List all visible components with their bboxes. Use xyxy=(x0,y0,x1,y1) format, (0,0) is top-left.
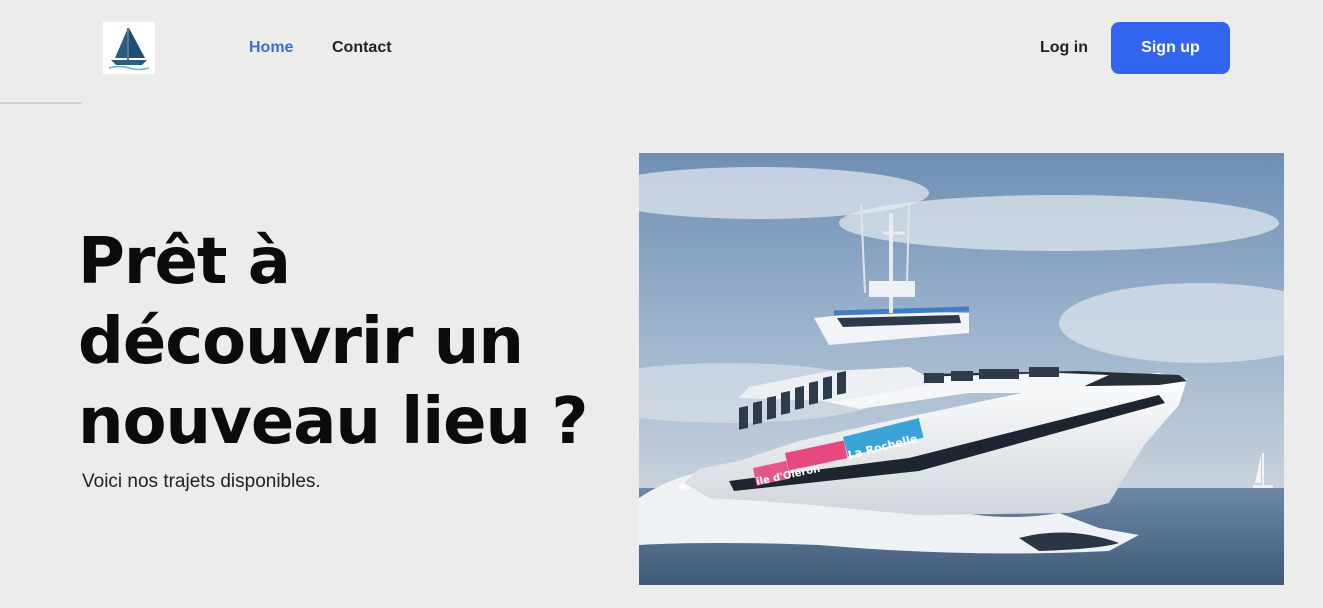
hero-title-line-3: nouveau lieu ? xyxy=(78,385,588,459)
signup-button[interactable]: Sign up xyxy=(1111,22,1230,74)
nav-contact-link[interactable]: Contact xyxy=(332,38,392,58)
hero-title-line-2: découvrir un xyxy=(78,305,524,379)
sailboat-logo-icon xyxy=(108,28,150,71)
hero-subtitle: Voici nos trajets disponibles. xyxy=(82,471,321,492)
hero-title-line-1: Prêt à xyxy=(78,225,291,299)
ferry-boat-photo: île d'Oléron La Rochelle xyxy=(639,153,1284,585)
site-logo[interactable] xyxy=(103,22,155,74)
login-link[interactable]: Log in xyxy=(1040,38,1088,58)
hero-title: Prêt à découvrir un nouveau lieu ? xyxy=(78,222,638,462)
nav-home-link[interactable]: Home xyxy=(249,38,293,58)
header-divider xyxy=(0,102,82,104)
